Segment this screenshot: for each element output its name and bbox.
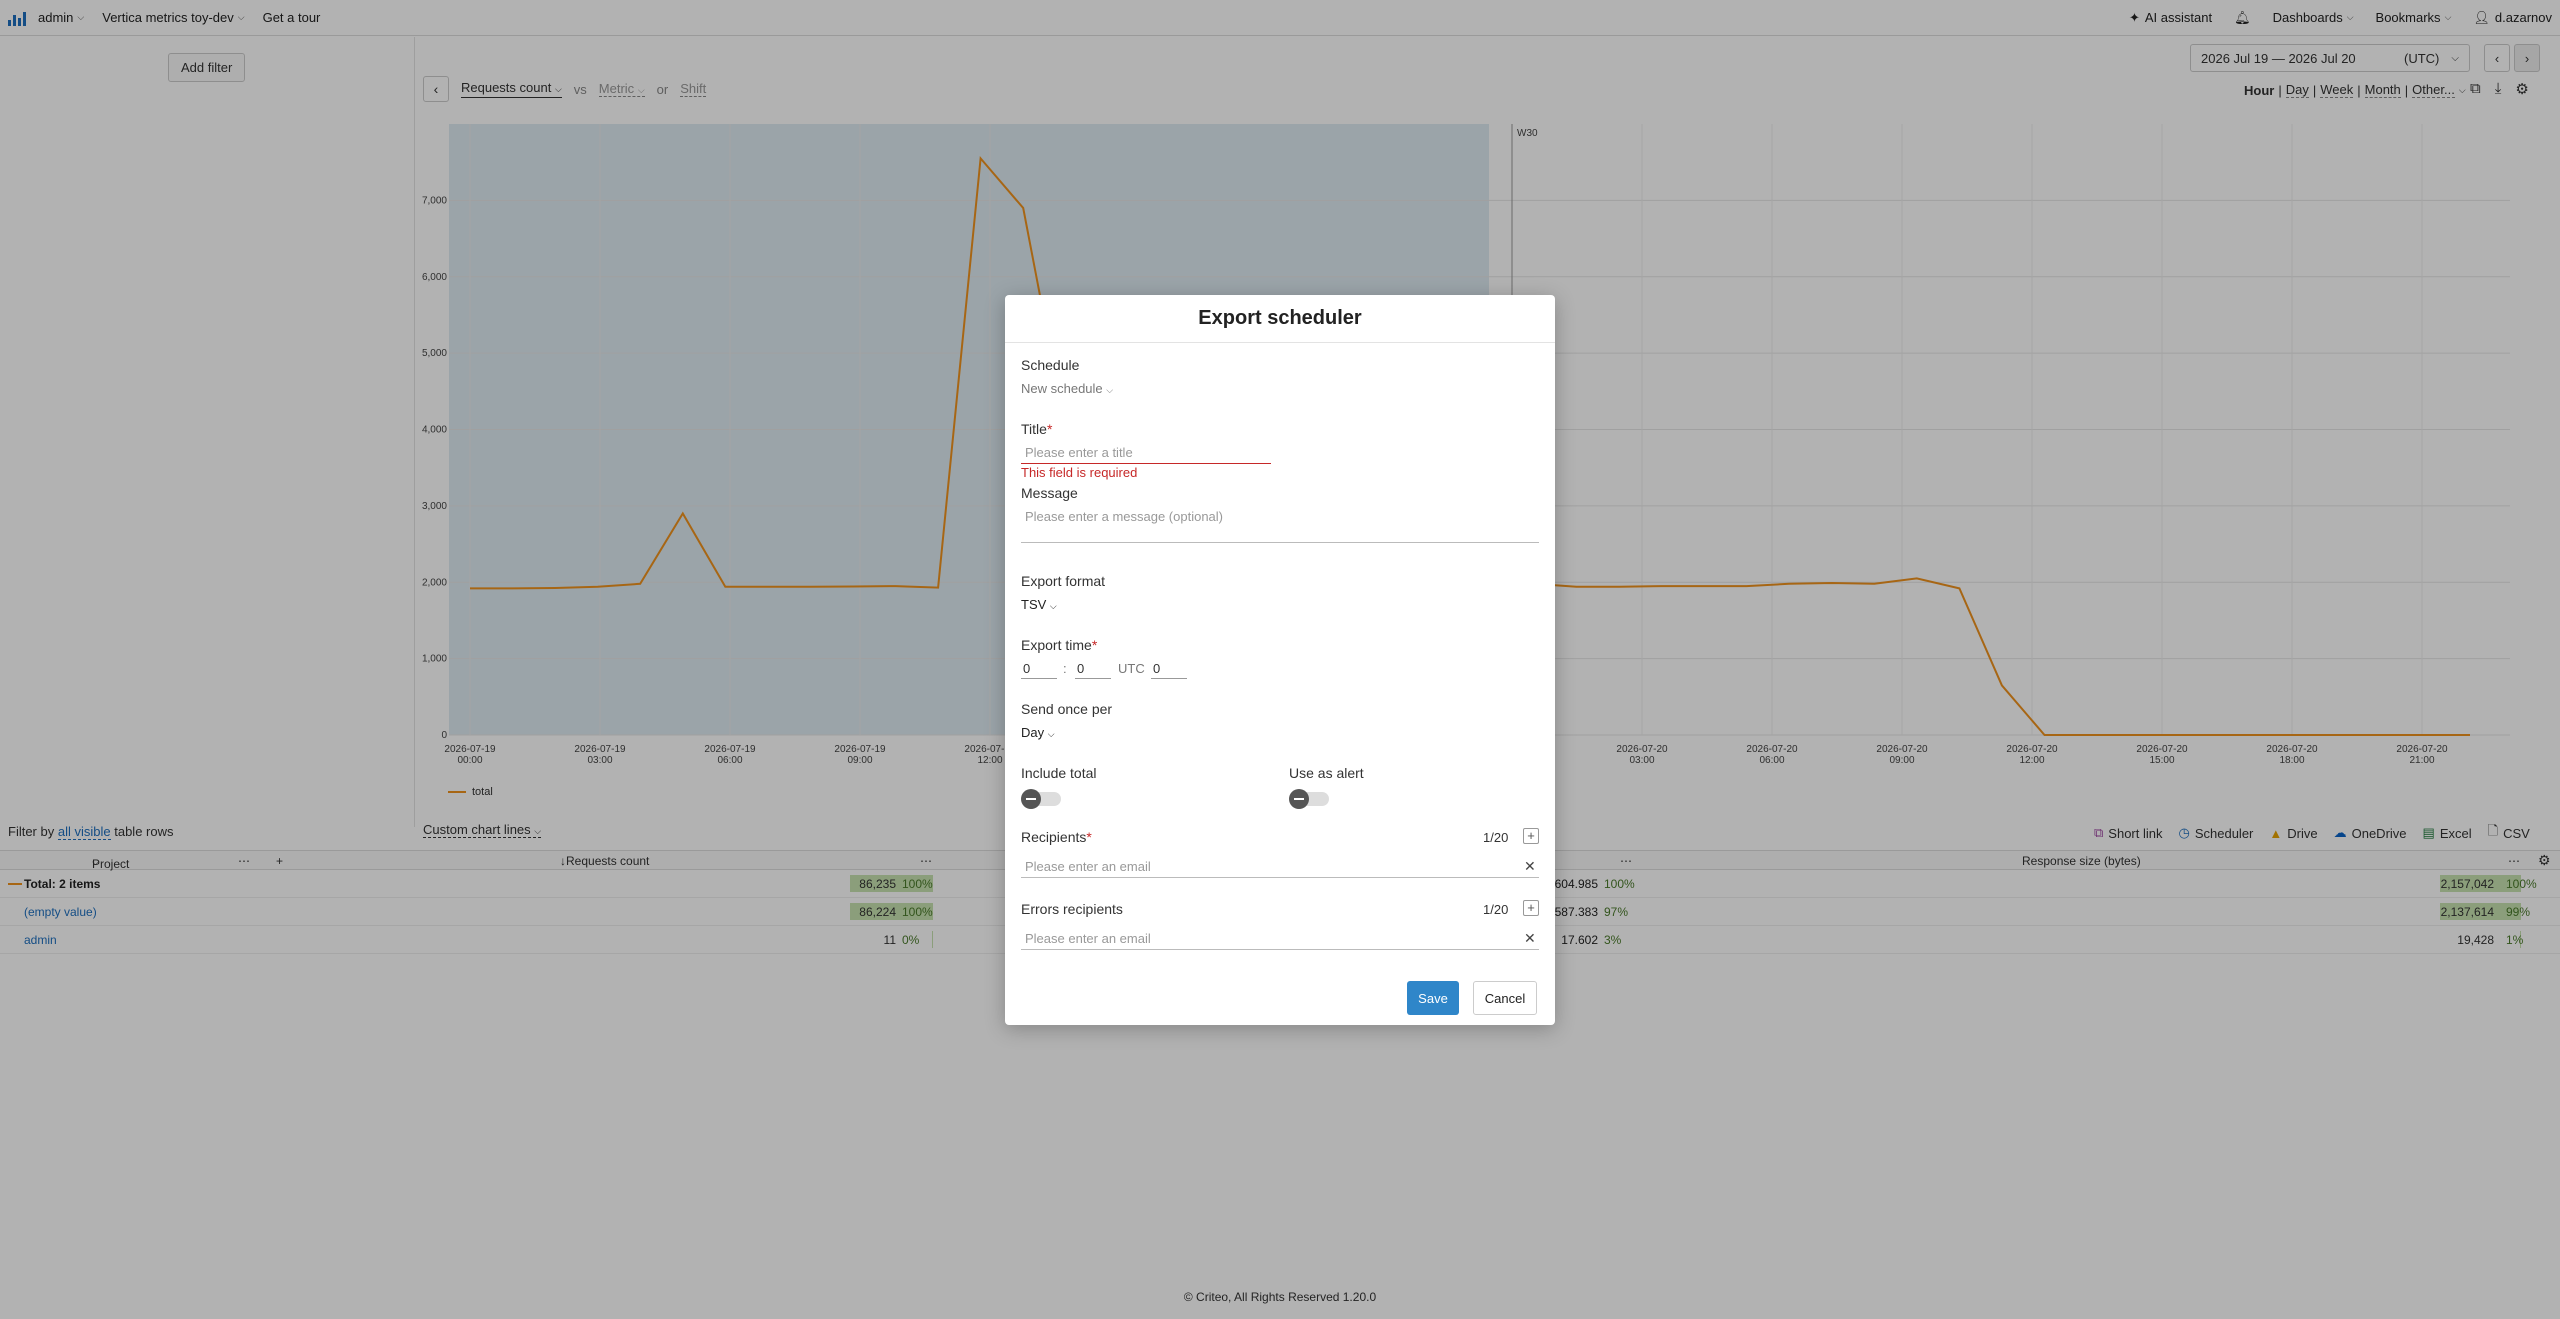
send-once-per-select[interactable]: Day ⌵ xyxy=(1021,725,1055,740)
time-separator: : xyxy=(1063,661,1067,676)
clear-icon[interactable]: ✕ xyxy=(1524,858,1536,875)
export-format-value: TSV xyxy=(1021,597,1047,612)
schedule-value: New schedule xyxy=(1021,381,1103,396)
errors-recipients-label: Errors recipients xyxy=(1021,901,1123,917)
timezone-offset-input[interactable]: 0 xyxy=(1151,661,1187,679)
required-marker: * xyxy=(1086,829,1092,845)
add-recipient-icon[interactable]: + xyxy=(1523,828,1539,844)
title-label-text: Title xyxy=(1021,421,1047,437)
schedule-label: Schedule xyxy=(1021,357,1080,373)
recipient-email-input[interactable]: Please enter an email xyxy=(1021,859,1539,878)
export-scheduler-dialog: Export scheduler Schedule New schedule ⌵… xyxy=(1005,295,1555,1025)
recipients-label-text: Recipients xyxy=(1021,829,1087,845)
use-as-alert-label: Use as alert xyxy=(1289,765,1364,781)
title-error: This field is required xyxy=(1021,465,1138,480)
cancel-button[interactable]: Cancel xyxy=(1473,981,1537,1015)
toggle-knob xyxy=(1021,789,1041,809)
export-minute-input[interactable]: 0 xyxy=(1075,661,1111,679)
error-recipient-email-input[interactable]: Please enter an email xyxy=(1021,931,1539,950)
title-input[interactable]: Please enter a title xyxy=(1021,445,1271,464)
chevron-down-icon: ⌵ xyxy=(1049,601,1057,611)
save-button[interactable]: Save xyxy=(1407,981,1459,1015)
export-format-select[interactable]: TSV ⌵ xyxy=(1021,597,1057,612)
send-once-per-label: Send once per xyxy=(1021,701,1113,717)
export-format-label: Export format xyxy=(1021,573,1106,589)
recipients-label: Recipients* xyxy=(1021,829,1092,845)
chevron-down-icon: ⌵ xyxy=(1047,729,1055,739)
export-time-label-text: Export time xyxy=(1021,637,1092,653)
include-total-toggle[interactable] xyxy=(1021,789,1061,809)
timezone-label: UTC xyxy=(1118,661,1145,676)
recipients-count: 1/20 xyxy=(1483,830,1509,845)
minus-icon xyxy=(1026,798,1036,800)
message-label: Message xyxy=(1021,485,1078,501)
toggle-knob xyxy=(1289,789,1309,809)
message-textarea[interactable]: Please enter a message (optional) xyxy=(1021,509,1539,543)
export-hour-input[interactable]: 0 xyxy=(1021,661,1057,679)
minus-icon xyxy=(1294,798,1304,800)
required-marker: * xyxy=(1091,637,1098,653)
required-marker: * xyxy=(1046,421,1053,437)
include-total-label: Include total xyxy=(1021,765,1097,781)
errors-recipients-count: 1/20 xyxy=(1483,902,1509,917)
clear-icon[interactable]: ✕ xyxy=(1524,930,1536,947)
send-once-per-value: Day xyxy=(1021,725,1045,740)
use-as-alert-toggle[interactable] xyxy=(1289,789,1329,809)
title-label: Title* xyxy=(1021,421,1052,437)
schedule-select[interactable]: New schedule ⌵ xyxy=(1021,381,1113,396)
dialog-title: Export scheduler xyxy=(1005,295,1555,343)
export-time-label: Export time* xyxy=(1021,637,1097,653)
chevron-down-icon: ⌵ xyxy=(1106,385,1114,395)
add-error-recipient-icon[interactable]: + xyxy=(1523,900,1539,916)
